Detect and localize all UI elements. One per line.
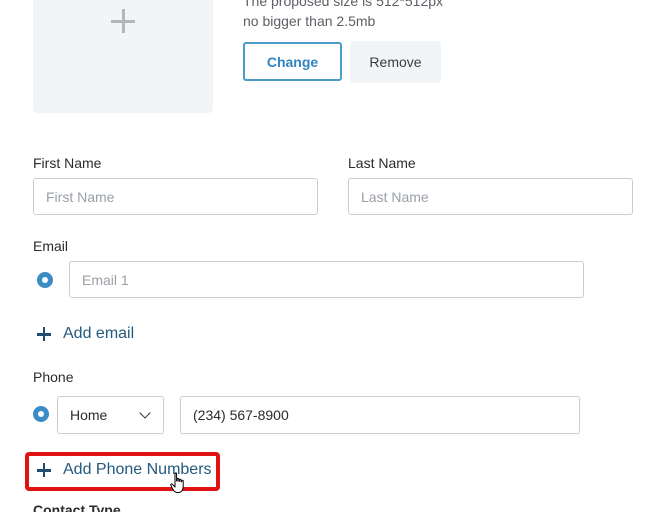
chevron-down-icon xyxy=(139,407,151,419)
email-primary-radio[interactable] xyxy=(37,272,53,288)
first-name-input[interactable] xyxy=(33,178,318,215)
avatar-upload-area[interactable] xyxy=(33,0,213,113)
plus-icon xyxy=(37,327,51,341)
last-name-input[interactable] xyxy=(348,178,633,215)
plus-icon xyxy=(37,463,51,477)
email-input[interactable] xyxy=(69,261,584,298)
contact-type-label: Contact Type xyxy=(33,502,121,512)
last-name-label: Last Name xyxy=(348,155,416,171)
add-email-link[interactable]: Add email xyxy=(37,325,134,343)
change-avatar-button[interactable]: Change xyxy=(243,42,342,81)
phone-type-value: Home xyxy=(70,407,108,423)
first-name-label: First Name xyxy=(33,155,102,171)
avatar-size-hint: The proposed size is 512*512px xyxy=(243,0,444,9)
plus-icon xyxy=(111,9,135,33)
phone-number-input[interactable] xyxy=(180,396,580,434)
add-phone-numbers-label: Add Phone Numbers xyxy=(63,461,212,478)
phone-type-select[interactable]: Home xyxy=(57,396,164,434)
hand-cursor-icon xyxy=(170,472,184,493)
contact-form-page: The proposed size is 512*512px no bigger… xyxy=(0,0,667,512)
remove-avatar-button[interactable]: Remove xyxy=(350,41,441,83)
email-label: Email xyxy=(33,238,69,254)
phone-primary-radio[interactable] xyxy=(33,406,49,422)
avatar-weight-hint: no bigger than 2.5mb xyxy=(243,13,376,29)
add-email-label: Add email xyxy=(63,325,135,342)
phone-label: Phone xyxy=(33,369,74,385)
